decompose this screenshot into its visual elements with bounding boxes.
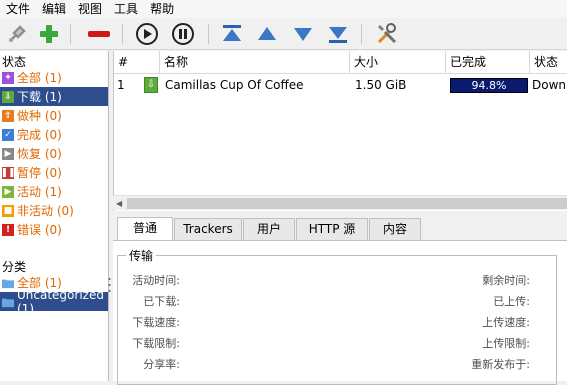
sidebar-item-downloading[interactable]: ⇩ 下载 (1) [0, 87, 108, 106]
label-upload-limit: 上传限制: [482, 337, 530, 350]
minus-icon [88, 31, 110, 37]
resume-icon: ▶ [2, 147, 14, 160]
label-downloaded: 已下载: [143, 295, 180, 308]
move-up-icon [258, 27, 276, 40]
move-to-bottom-icon [329, 27, 347, 43]
torrent-status: Downlo [532, 78, 567, 92]
sidebar-item-inactive[interactable]: ■ 非活动 (0) [0, 201, 108, 220]
column-header-size[interactable]: 大小 [350, 51, 446, 74]
tab-trackers[interactable]: Trackers [174, 218, 242, 240]
sidebar: 状态 ✦ 全部 (1) ⇩ 下载 (1) ⇧ 做种 (0) ✓ 完成 (0) ▶… [0, 51, 109, 381]
sidebar-item-errored[interactable]: ! 错误 (0) [0, 220, 108, 239]
download-state-icon: ⇩ [144, 77, 158, 93]
label-download-limit: 下载限制: [132, 337, 180, 350]
sidebar-item-completed[interactable]: ✓ 完成 (0) [0, 125, 108, 144]
menu-file[interactable]: 文件 [0, 0, 36, 18]
folder-icon [2, 296, 14, 308]
move-down-icon [294, 28, 312, 41]
label-download-speed: 下载速度: [132, 316, 180, 329]
label-reannounce-in: 重新发布于: [471, 358, 530, 371]
remove-torrent-button[interactable] [86, 21, 112, 47]
column-header-name[interactable]: 名称 [160, 51, 350, 74]
column-header-progress[interactable]: 已完成 [446, 51, 530, 74]
pause-icon: ❚❚ [0, 166, 16, 179]
all-icon: ✦ [2, 71, 14, 84]
detail-tabs: 普通 Trackers 用户 HTTP 源 内容 [113, 213, 567, 241]
pause-icon [172, 23, 194, 45]
folder-icon [2, 277, 14, 289]
move-top-button[interactable] [219, 21, 245, 47]
tab-http-sources[interactable]: HTTP 源 [296, 218, 368, 240]
torrent-size: 1.50 GiB [355, 78, 407, 92]
transfer-title: 传输 [126, 247, 157, 264]
sidebar-item-paused[interactable]: ❚❚ 暂停 (0) [0, 163, 108, 182]
torrent-list: # 名称 大小 已完成 状态 1 ⇩ Camillas Cup Of Coffe… [113, 51, 567, 211]
play-icon [136, 23, 158, 45]
row-number: 1 [117, 78, 125, 92]
menu-tools[interactable]: 工具 [108, 0, 144, 18]
options-button[interactable] [374, 21, 400, 47]
menu-help[interactable]: 帮助 [144, 0, 180, 18]
pause-button[interactable] [170, 21, 196, 47]
download-icon: ⇩ [2, 90, 14, 103]
scroll-left-icon[interactable]: ◀ [116, 199, 122, 208]
move-bottom-button[interactable] [325, 21, 351, 47]
move-down-button[interactable] [290, 21, 316, 47]
sidebar-item-all[interactable]: ✦ 全部 (1) [0, 68, 108, 87]
progress-bar: 94.8% [450, 78, 528, 93]
label-upload-speed: 上传速度: [482, 316, 530, 329]
seed-icon: ⇧ [2, 109, 14, 122]
tab-content[interactable]: 内容 [369, 218, 421, 240]
add-torrent-button[interactable] [36, 21, 62, 47]
error-icon: ! [2, 223, 14, 236]
label-uploaded: 已上传: [493, 295, 530, 308]
sidebar-item-seeding[interactable]: ⇧ 做种 (0) [0, 106, 108, 125]
progress-text: 94.8% [471, 79, 507, 92]
splitter-handle[interactable] [108, 276, 111, 294]
label-time-active: 活动时间: [132, 274, 180, 287]
move-to-top-icon [223, 25, 241, 41]
label-share-ratio: 分享率: [143, 358, 180, 371]
column-header-number[interactable]: # [114, 51, 160, 74]
active-icon: ▶ [2, 185, 14, 198]
sidebar-item-resumed[interactable]: ▶ 恢复 (0) [0, 144, 108, 163]
tools-icon [377, 23, 397, 44]
scrollbar-thumb[interactable] [127, 198, 567, 209]
menu-view[interactable]: 视图 [72, 0, 108, 18]
tab-general[interactable]: 普通 [117, 217, 173, 241]
sidebar-item-active[interactable]: ▶ 活动 (1) [0, 182, 108, 201]
transfer-group: 传输 活动时间: 已下载: 下载速度: 下载限制: 分享率: 剩余时间: 已上传… [117, 247, 557, 385]
category-item-uncategorized[interactable]: Uncategorized (1) [0, 288, 108, 316]
add-magnet-button[interactable] [4, 21, 30, 47]
plus-icon [40, 25, 58, 43]
torrent-name: Camillas Cup Of Coffee [165, 78, 304, 92]
menu-bar: 文件 编辑 视图 工具 帮助 [0, 0, 567, 18]
column-header-status[interactable]: 状态 [530, 51, 567, 74]
details-panel: 传输 活动时间: 已下载: 下载速度: 下载限制: 分享率: 剩余时间: 已上传… [113, 240, 567, 385]
toolbar [0, 18, 567, 50]
menu-edit[interactable]: 编辑 [36, 0, 72, 18]
complete-icon: ✓ [2, 128, 14, 141]
inactive-icon: ■ [2, 204, 14, 217]
magnet-link-icon [9, 25, 26, 42]
horizontal-scrollbar[interactable]: ◀ [113, 195, 567, 210]
move-up-button[interactable] [254, 21, 280, 47]
label-eta: 剩余时间: [482, 274, 530, 287]
resume-button[interactable] [134, 21, 160, 47]
tab-peers[interactable]: 用户 [243, 218, 295, 240]
